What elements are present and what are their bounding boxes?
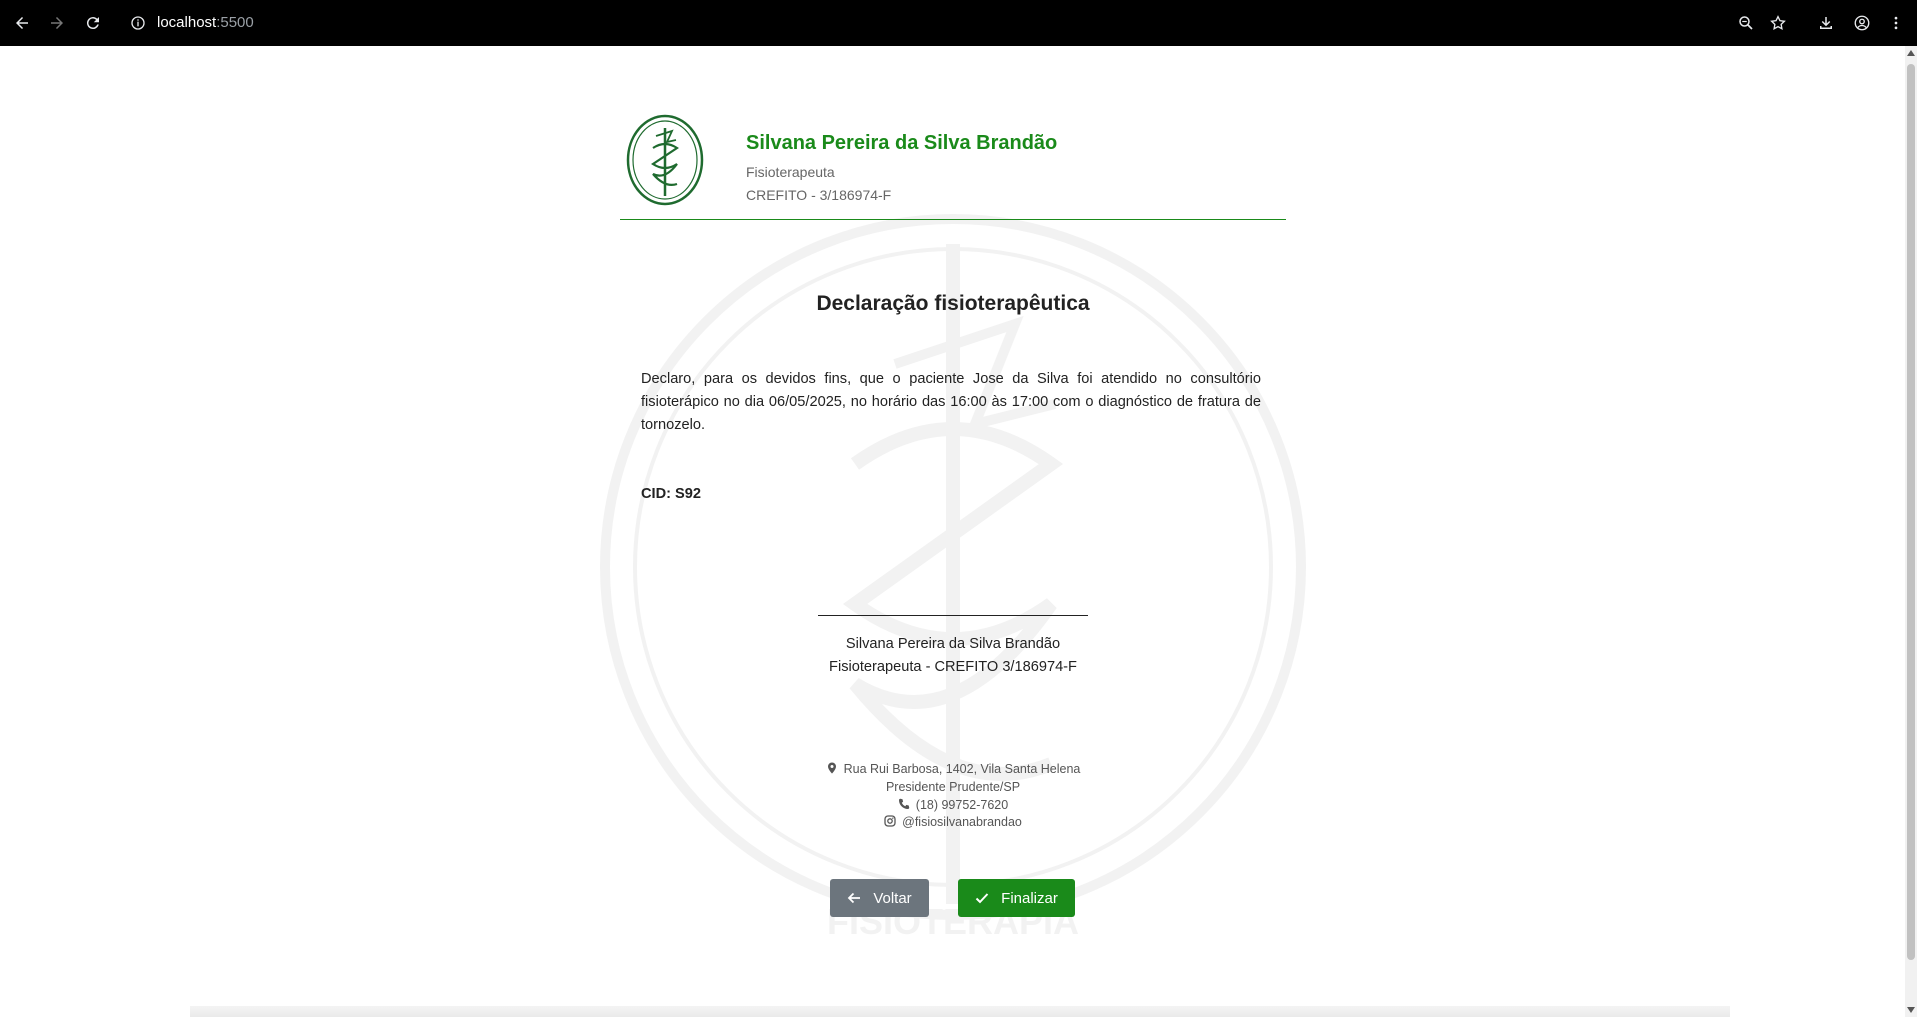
download-icon[interactable] bbox=[1815, 12, 1837, 34]
scrollbar-thumb[interactable] bbox=[1907, 64, 1915, 960]
browser-toolbar: localhost:5500 bbox=[0, 0, 1917, 46]
footer-address: Rua Rui Barbosa, 1402, Vila Santa Helena bbox=[620, 762, 1286, 776]
phone-number: (18) 99752-7620 bbox=[915, 798, 1009, 812]
scroll-up-icon[interactable] bbox=[1907, 50, 1915, 56]
arrow-left-icon bbox=[848, 892, 861, 904]
cid-code: CID: S92 bbox=[641, 486, 702, 502]
instagram-handle: @fisiosilvanabrandao bbox=[902, 815, 1022, 829]
back-button-label: Voltar bbox=[873, 889, 912, 907]
profile-icon[interactable] bbox=[1851, 12, 1873, 34]
address-bar[interactable]: localhost:5500 bbox=[122, 7, 1762, 39]
star-icon[interactable] bbox=[1767, 12, 1789, 34]
zoom-icon[interactable] bbox=[1735, 12, 1757, 34]
page-content: FISIOTERAPIA Silvana Pereira da Silva Br… bbox=[0, 46, 1905, 1017]
action-buttons: Voltar Finalizar bbox=[620, 879, 1286, 917]
address-line-1: Rua Rui Barbosa, 1402, Vila Santa Helena bbox=[843, 762, 1081, 776]
document-title: Declaração fisioterapêutica bbox=[816, 292, 1090, 315]
back-icon[interactable] bbox=[11, 12, 33, 34]
menu-icon[interactable] bbox=[1885, 12, 1907, 34]
signature-role: Fisioterapeuta - CREFITO 3/186974-F bbox=[829, 659, 1077, 675]
scroll-down-icon[interactable] bbox=[1907, 1007, 1915, 1013]
url-text: localhost:5500 bbox=[157, 14, 254, 31]
declaration-text: Declaro, para os devidos fins, que o pac… bbox=[641, 371, 1261, 433]
location-pin-icon bbox=[827, 762, 836, 774]
finish-button[interactable]: Finalizar bbox=[958, 879, 1075, 917]
signature-name: Silvana Pereira da Silva Brandão bbox=[845, 636, 1061, 652]
footer-phone: (18) 99752-7620 bbox=[620, 798, 1286, 812]
checkmark-icon bbox=[975, 893, 989, 904]
professional-role: Fisioterapeuta bbox=[746, 164, 835, 180]
professional-name: Silvana Pereira da Silva Brandão bbox=[746, 132, 1058, 154]
doc-header: Silvana Pereira da Silva Brandão Fisiote… bbox=[620, 114, 1286, 220]
reload-icon[interactable] bbox=[82, 12, 104, 34]
instagram-icon bbox=[884, 815, 896, 827]
address-line-2: Presidente Prudente/SP bbox=[885, 780, 1021, 794]
physiotherapy-logo bbox=[626, 114, 704, 206]
professional-crefito: CREFITO - 3/186974-F bbox=[746, 187, 892, 203]
back-button[interactable]: Voltar bbox=[830, 879, 929, 917]
footer-instagram: @fisiosilvanabrandao bbox=[620, 815, 1286, 829]
finish-button-label: Finalizar bbox=[1001, 889, 1058, 907]
info-icon[interactable] bbox=[130, 15, 146, 31]
signature-line bbox=[818, 615, 1088, 616]
forward-icon[interactable] bbox=[46, 12, 68, 34]
vertical-scrollbar[interactable] bbox=[1905, 46, 1917, 1017]
declaration-document: Silvana Pereira da Silva Brandão Fisiote… bbox=[620, 46, 1286, 1006]
phone-icon bbox=[898, 798, 909, 809]
page-bottom-edge bbox=[190, 1006, 1730, 1017]
